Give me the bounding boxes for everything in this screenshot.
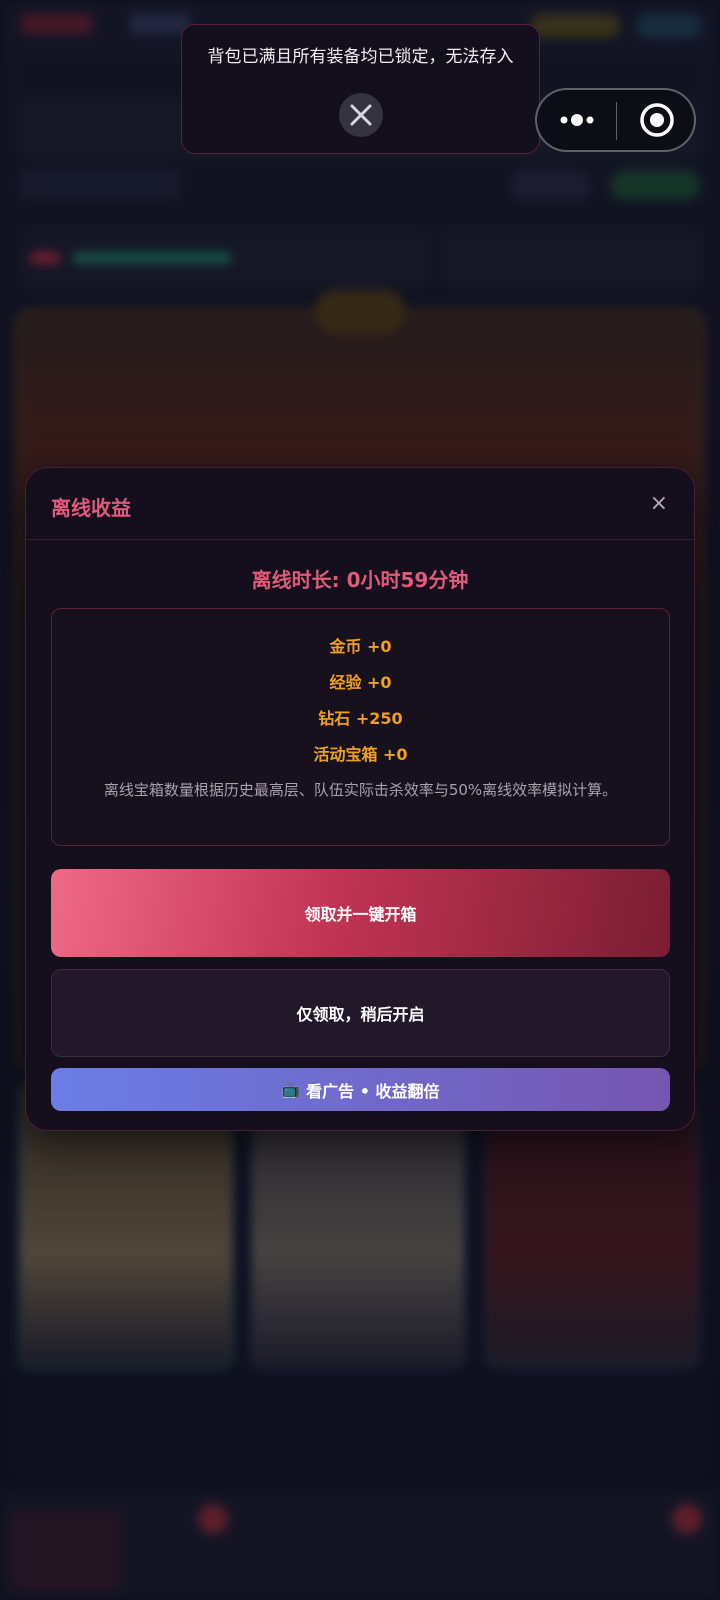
capsule-menu-button[interactable] <box>537 90 617 150</box>
claim-and-open-label: 领取并一键开箱 <box>304 905 417 924</box>
close-icon <box>350 104 372 126</box>
toast-close-button[interactable] <box>339 93 383 137</box>
offline-rewards-modal: 离线收益 × 离线时长: 0小时59分钟 金币 +0 经验 +0 钻石 +250… <box>25 467 695 1131</box>
capsule-close-button[interactable] <box>618 90 696 150</box>
claim-and-open-button[interactable]: 领取并一键开箱 <box>51 869 670 957</box>
claim-only-button[interactable]: 仅领取，稍后开启 <box>51 969 670 1057</box>
toast-message: 背包已满且所有装备均已锁定，无法存入 <box>207 47 514 67</box>
reward-summary-box: 金币 +0 经验 +0 钻石 +250 活动宝箱 +0 离线宝箱数量根据历史最高… <box>51 608 670 846</box>
tv-icon: 📺 <box>281 1080 301 1099</box>
reward-calculation-note: 离线宝箱数量根据历史最高层、队伍实际击杀效率与50%离线效率模拟计算。 <box>103 781 618 799</box>
modal-close-button[interactable]: × <box>650 490 668 518</box>
target-circle-icon <box>640 103 674 137</box>
reward-exp: 经验 +0 <box>329 673 392 692</box>
modal-header: 离线收益 × <box>26 468 694 540</box>
more-dots-icon <box>560 114 594 126</box>
offline-duration: 离线时长: 0小时59分钟 <box>251 568 469 592</box>
toast: 背包已满且所有装备均已锁定，无法存入 <box>181 24 540 154</box>
miniprogram-capsule <box>535 88 696 152</box>
reward-gold: 金币 +0 <box>329 637 392 656</box>
claim-only-label: 仅领取，稍后开启 <box>296 1005 425 1024</box>
watch-ad-double-label: 看广告 • 收益翻倍 <box>306 1081 440 1101</box>
reward-diamond: 钻石 +250 <box>318 709 403 728</box>
reward-event-chest: 活动宝箱 +0 <box>313 745 408 764</box>
watch-ad-double-button[interactable]: 📺 看广告 • 收益翻倍 <box>51 1068 670 1111</box>
capsule-divider <box>616 102 617 140</box>
modal-title: 离线收益 <box>51 496 131 520</box>
